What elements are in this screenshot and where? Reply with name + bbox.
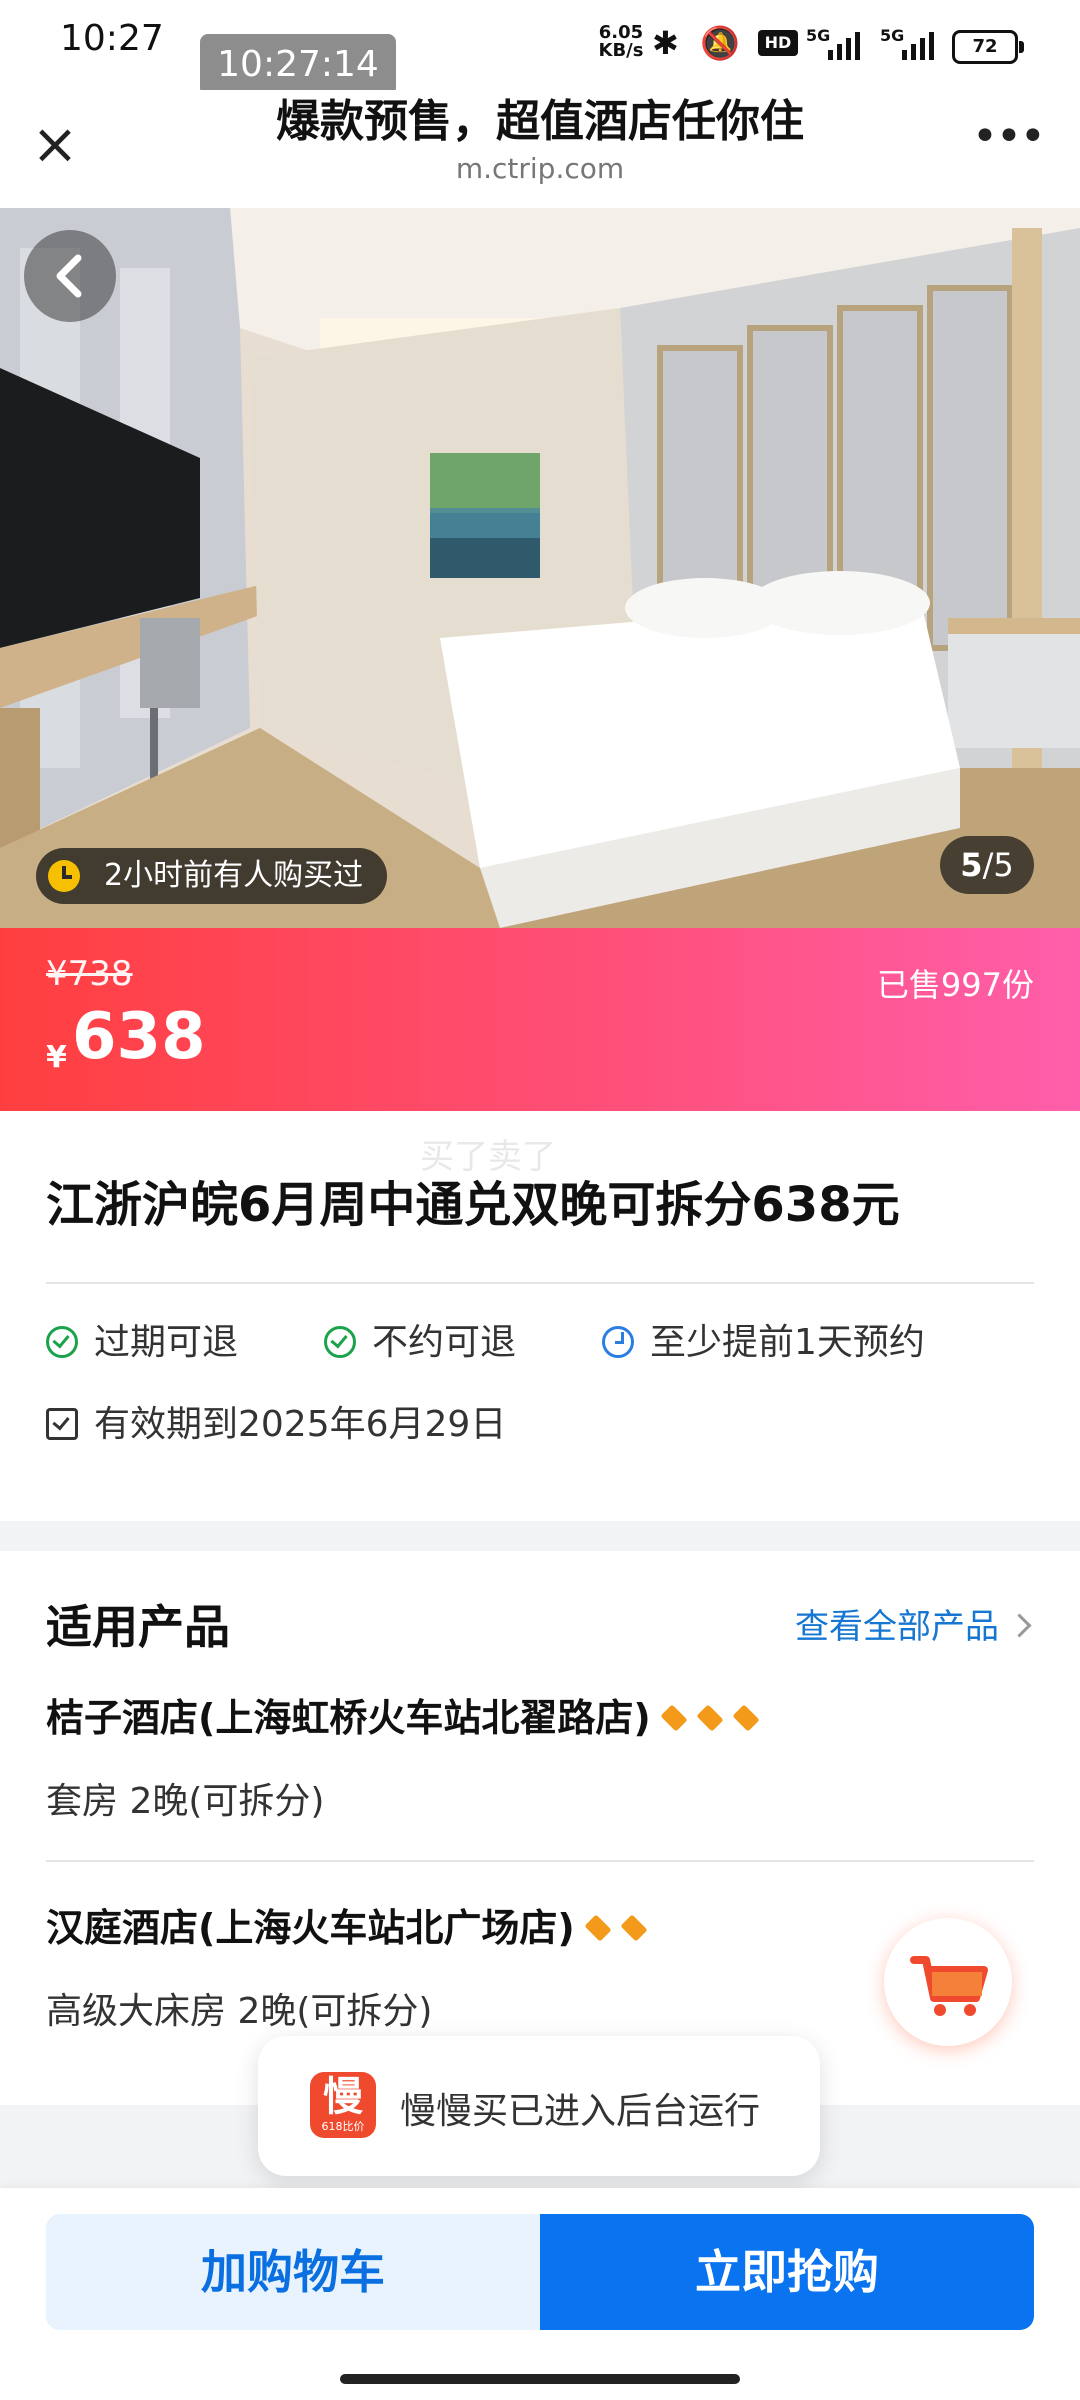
diamond-rating-icon bbox=[660, 1694, 771, 1738]
image-counter: 5/5 bbox=[940, 836, 1034, 894]
hotel-room-photo bbox=[0, 208, 1080, 928]
net-speed-unit: KB/s bbox=[598, 40, 644, 61]
close-icon[interactable]: × bbox=[30, 117, 80, 173]
product-info-card: 买了卖了 江浙沪皖6月周中通兑双晚可拆分638元 过期可退 不约可退 至少提前1… bbox=[0, 1111, 1080, 1521]
recent-purchase-badge: 2小时前有人购买过 bbox=[36, 848, 388, 904]
tag-label: 不约可退 bbox=[372, 1322, 517, 1363]
price-banner: ¥738 ¥ 638 已售997份 bbox=[0, 928, 1080, 1111]
webview-header: × 爆款预售，超值酒店任你住 m.ctrip.com ••• bbox=[0, 90, 1080, 208]
clock-icon bbox=[602, 1326, 634, 1358]
chevron-right-icon bbox=[1007, 1613, 1032, 1638]
more-icon[interactable]: ••• bbox=[972, 112, 1046, 162]
room-type: 套房 2晚(可拆分) bbox=[46, 1781, 325, 1822]
hotel-name-row: 桔子酒店(上海虹桥火车站北翟路店) bbox=[46, 1687, 1034, 1742]
tag-advance-booking: 至少提前1天预约 bbox=[602, 1321, 925, 1365]
product-title: 江浙沪皖6月周中通兑双晚可拆分638元 bbox=[46, 1177, 900, 1233]
back-button[interactable] bbox=[24, 230, 116, 322]
hotel-name: 桔子酒店(上海虹桥火车站北翟路店) bbox=[46, 1696, 651, 1740]
mute-icon: 🔕 bbox=[700, 24, 740, 62]
check-circle-icon bbox=[324, 1326, 356, 1358]
screen-time-chip: 10:27:14 bbox=[200, 34, 396, 96]
add-to-cart-button[interactable]: 加购物车 bbox=[46, 2214, 540, 2330]
battery-icon: 72 bbox=[952, 30, 1024, 64]
buy-now-button[interactable]: 立即抢购 bbox=[540, 2214, 1034, 2330]
hotel-photo-gallery[interactable]: 2小时前有人购买过 5/5 bbox=[0, 208, 1080, 928]
floating-cart-button[interactable] bbox=[884, 1918, 1012, 2046]
image-counter-total: /5 bbox=[982, 846, 1014, 884]
shopping-cart-icon bbox=[910, 1956, 988, 2016]
calendar-check-icon bbox=[46, 1408, 78, 1440]
signal-icon-2 bbox=[902, 26, 942, 60]
hd-icon: HD bbox=[758, 30, 798, 56]
validity-text: 有效期到2025年6月29日 bbox=[94, 1404, 507, 1445]
image-counter-current: 5 bbox=[960, 846, 983, 884]
bottom-action-bar: 加购物车 立即抢购 bbox=[0, 2188, 1080, 2400]
recent-purchase-text: 2小时前有人购买过 bbox=[104, 858, 364, 893]
divider bbox=[46, 1860, 1034, 1862]
check-circle-icon bbox=[46, 1326, 78, 1358]
sold-count: 已售997份 bbox=[876, 966, 1034, 1004]
home-indicator[interactable] bbox=[340, 2374, 740, 2384]
toast-message: 慢慢买已进入后台运行 bbox=[400, 2091, 761, 2132]
validity-date: 有效期到2025年6月29日 bbox=[46, 1403, 506, 1447]
original-price: ¥738 bbox=[46, 954, 133, 994]
current-price: 638 bbox=[72, 1000, 206, 1074]
tag-label: 过期可退 bbox=[94, 1322, 239, 1363]
app-logo-subtext: 618比价 bbox=[321, 2120, 365, 2133]
hotel-item[interactable]: 桔子酒店(上海虹桥火车站北翟路店) 套房 2晚(可拆分) bbox=[46, 1687, 1034, 1824]
tag-refund-unbooked: 不约可退 bbox=[324, 1321, 516, 1365]
signal-label-1: 5G bbox=[806, 26, 831, 45]
tag-label: 至少提前1天预约 bbox=[650, 1322, 925, 1363]
page-title: 爆款预售，超值酒店任你住 bbox=[276, 96, 804, 147]
status-time: 10:27 bbox=[60, 18, 164, 59]
signal-icon bbox=[828, 26, 868, 60]
app-logo: 慢 618比价 bbox=[310, 2072, 376, 2138]
diamond-rating-icon bbox=[584, 1904, 659, 1948]
currency-symbol: ¥ bbox=[46, 1040, 67, 1075]
status-bar: 10:27 10:27:14 6.05 KB/s ✱ 🔕 HD 5G 5G 72 bbox=[0, 0, 1080, 96]
view-all-label: 查看全部产品 bbox=[795, 1607, 999, 1647]
view-all-products-link[interactable]: 查看全部产品 bbox=[795, 1599, 1032, 1648]
signal-label-2: 5G bbox=[880, 26, 905, 45]
app-logo-text: 慢 bbox=[323, 2074, 363, 2120]
background-running-toast: 慢 618比价 慢慢买已进入后台运行 bbox=[258, 2036, 820, 2176]
tag-refund-expired: 过期可退 bbox=[46, 1321, 238, 1365]
divider bbox=[46, 1282, 1034, 1284]
chevron-left-icon bbox=[56, 254, 82, 298]
clock-icon bbox=[48, 860, 80, 892]
bluetooth-icon: ✱ bbox=[652, 24, 679, 62]
page-url: m.ctrip.com bbox=[455, 152, 625, 185]
hotel-name: 汉庭酒店(上海火车站北广场店) bbox=[46, 1906, 575, 1950]
net-speed: 6.05 KB/s bbox=[596, 24, 646, 60]
section-title: 适用产品 bbox=[46, 1600, 230, 1654]
